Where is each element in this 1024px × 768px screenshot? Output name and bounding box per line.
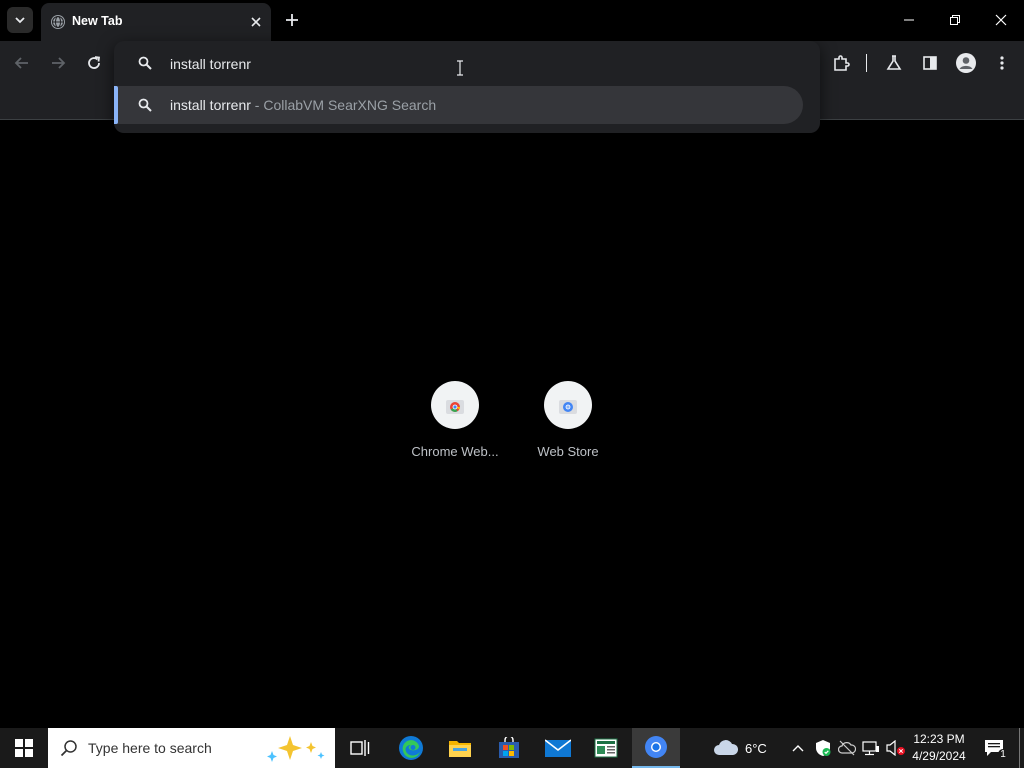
omnibox-popup: install torrenr - CollabVM SearXNG Searc… xyxy=(114,41,820,133)
store-icon xyxy=(499,737,519,758)
kebab-menu-icon xyxy=(1000,56,1004,70)
chevron-up-icon xyxy=(792,745,804,752)
suggestion-query: install torrenr xyxy=(170,97,251,113)
text-cursor-icon xyxy=(457,60,463,76)
clock-time: 12:23 PM xyxy=(913,732,965,746)
taskbar-file-explorer[interactable] xyxy=(436,728,484,768)
notification-center-button[interactable]: 1 xyxy=(978,728,1010,768)
task-view-button[interactable] xyxy=(336,728,384,768)
shortcut-icon xyxy=(544,381,592,429)
clock[interactable]: 12:23 PM 4/29/2024 xyxy=(908,728,970,768)
shortcut-icon xyxy=(431,381,479,429)
reload-button[interactable] xyxy=(82,51,106,75)
tab-title: New Tab xyxy=(72,14,123,28)
menu-button[interactable] xyxy=(990,51,1014,75)
close-icon xyxy=(251,17,261,27)
task-view-icon xyxy=(350,740,370,756)
tab-new-tab[interactable]: New Tab xyxy=(41,3,271,41)
suggestion-description: - CollabVM SearXNG Search xyxy=(250,97,437,113)
toolbar-divider xyxy=(866,54,867,72)
new-tab-button[interactable] xyxy=(281,9,303,31)
tab-strip: New Tab xyxy=(0,0,1024,41)
weather-temp: 6°C xyxy=(745,741,767,756)
flask-icon xyxy=(886,55,902,70)
cloud-icon xyxy=(714,740,739,755)
taskbar-edge[interactable] xyxy=(387,728,435,768)
labs-button[interactable] xyxy=(882,51,906,75)
avatar-icon xyxy=(956,53,976,73)
puzzle-icon xyxy=(834,55,850,71)
search-icon xyxy=(138,98,152,112)
mail-icon xyxy=(545,739,571,757)
notification-count: 1 xyxy=(998,749,1008,760)
omnibox-suggestion[interactable]: install torrenr - CollabVM SearXNG Searc… xyxy=(114,86,803,124)
minimize-icon xyxy=(904,19,914,21)
chevron-down-icon xyxy=(15,17,25,24)
edge-icon xyxy=(399,736,423,760)
shortcut-web-store[interactable]: Web Store xyxy=(518,381,618,471)
close-window-button[interactable] xyxy=(978,0,1024,40)
volume-muted-icon xyxy=(886,740,905,756)
close-icon xyxy=(995,14,1007,26)
chrome-web-store-icon xyxy=(446,400,464,414)
minimize-button[interactable] xyxy=(886,0,932,40)
tab-search-button[interactable] xyxy=(7,7,33,33)
suggestion-text: install torrenr - CollabVM SearXNG Searc… xyxy=(170,97,436,113)
windows-logo-icon xyxy=(15,739,33,757)
taskbar: Type here to search 6°C 12:23 PM 4/29/20… xyxy=(0,728,1024,768)
plus-icon xyxy=(286,14,298,26)
shortcut-label: Chrome Web... xyxy=(411,444,499,459)
reload-icon xyxy=(88,56,101,69)
taskbar-news[interactable] xyxy=(582,728,630,768)
shortcut-chrome-web-store[interactable]: Chrome Web... xyxy=(405,381,505,471)
network-icon xyxy=(862,741,879,756)
cloud-off-icon xyxy=(838,740,856,756)
extensions-button[interactable] xyxy=(829,51,853,75)
folder-icon xyxy=(449,741,471,757)
omnibox[interactable] xyxy=(114,41,820,85)
side-panel-button[interactable] xyxy=(918,51,942,75)
clock-date: 4/29/2024 xyxy=(912,749,966,763)
restore-icon xyxy=(950,15,960,25)
side-panel-icon xyxy=(923,56,937,70)
omnibox-input[interactable] xyxy=(170,54,670,74)
shield-icon xyxy=(816,740,831,756)
arrow-left-icon xyxy=(14,57,28,69)
search-icon xyxy=(138,56,152,70)
profile-button[interactable] xyxy=(954,51,978,75)
weather-widget[interactable]: 6°C xyxy=(710,728,780,768)
forward-button[interactable] xyxy=(46,51,70,75)
restore-button[interactable] xyxy=(932,0,978,40)
security-tray-icon[interactable] xyxy=(812,728,834,768)
taskbar-mail[interactable] xyxy=(534,728,582,768)
network-tray-icon[interactable] xyxy=(860,728,882,768)
taskbar-chrome[interactable] xyxy=(632,728,680,768)
selection-indicator xyxy=(114,86,118,124)
taskbar-search-box[interactable]: Type here to search xyxy=(48,728,335,768)
chrome-icon xyxy=(645,736,667,758)
sparkle-icon xyxy=(267,736,325,762)
volume-tray-icon[interactable] xyxy=(884,728,908,768)
arrow-right-icon xyxy=(52,57,66,69)
shortcut-label: Web Store xyxy=(537,444,599,459)
start-button[interactable] xyxy=(0,728,48,768)
sync-tray-icon[interactable] xyxy=(836,728,858,768)
tab-close-button[interactable] xyxy=(247,13,265,31)
show-hidden-icons-button[interactable] xyxy=(787,728,809,768)
news-icon xyxy=(594,738,618,758)
search-icon xyxy=(60,740,77,757)
globe-icon xyxy=(51,15,65,29)
taskbar-search-placeholder: Type here to search xyxy=(88,740,212,756)
show-desktop-button[interactable] xyxy=(1019,728,1020,768)
web-store-icon xyxy=(559,400,577,414)
taskbar-microsoft-store[interactable] xyxy=(485,728,533,768)
back-button[interactable] xyxy=(10,51,34,75)
